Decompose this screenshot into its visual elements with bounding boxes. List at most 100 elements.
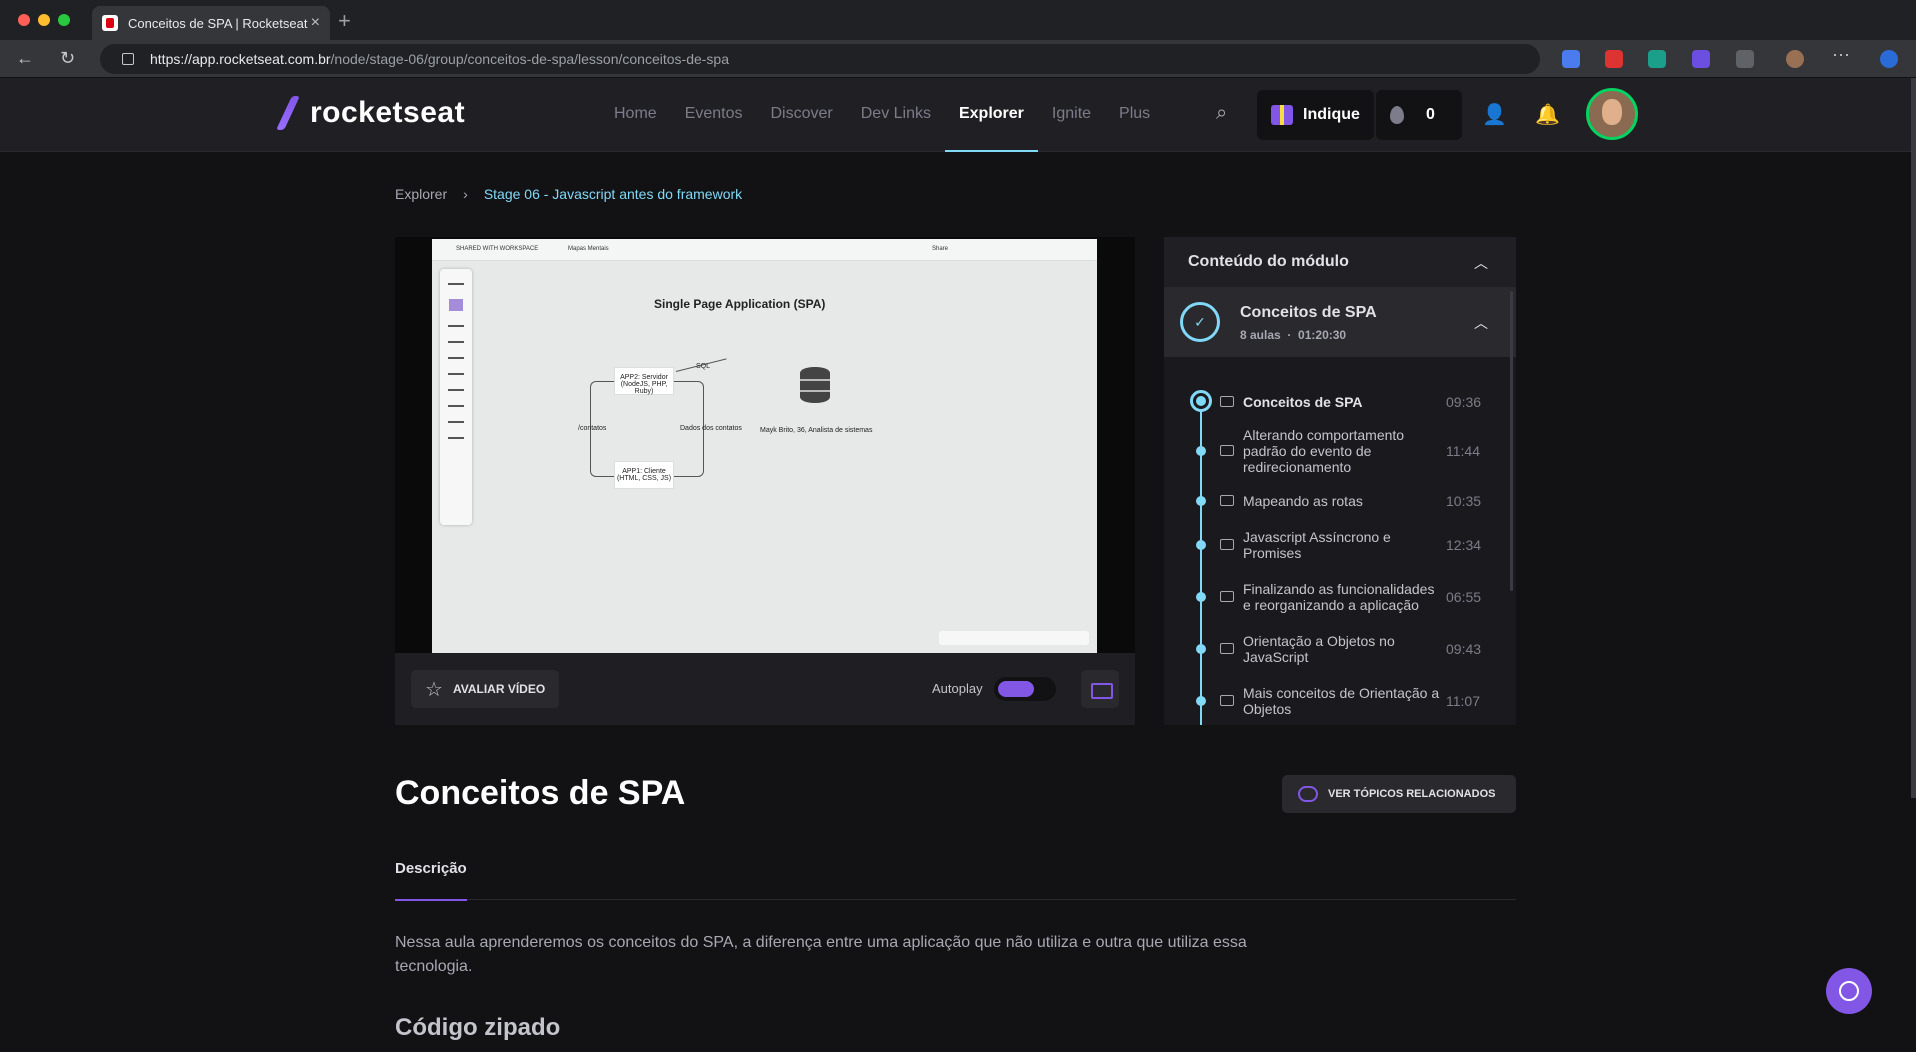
nav-discover[interactable]: Discover	[757, 78, 847, 152]
video-player[interactable]: SHARED WITH WORKSPACE Mapas Mentais Shar…	[395, 237, 1135, 653]
bell-icon[interactable]: 🔔	[1535, 102, 1560, 127]
rocketseat-logo[interactable]: rocketseat	[272, 96, 465, 130]
browser-toolbar: ← ↻ https://app.rocketseat.com.br /node/…	[0, 40, 1916, 78]
check-icon: ✓	[1180, 302, 1220, 342]
page-scrollbar[interactable]	[1911, 78, 1916, 798]
lesson-title: Mais conceitos de Orientação a Objetos	[1243, 685, 1440, 717]
indique-label: Indique	[1303, 106, 1360, 123]
minimize-window-button[interactable]	[38, 14, 50, 26]
lesson-heading: Conceitos de SPA	[395, 774, 686, 812]
nav-eventos[interactable]: Eventos	[671, 78, 757, 152]
section-heading: Código zipado	[395, 1014, 561, 1041]
add-friend-icon[interactable]: 👤	[1482, 102, 1507, 127]
theater-mode-button[interactable]	[1081, 670, 1119, 708]
close-tab-icon[interactable]: ×	[311, 14, 320, 32]
chevron-right-icon: ›	[463, 186, 468, 202]
share-label: Share	[932, 246, 949, 252]
extension-icon[interactable]	[1605, 50, 1623, 68]
extension-icon[interactable]	[1648, 50, 1666, 68]
address-bar[interactable]: https://app.rocketseat.com.br /node/stag…	[100, 44, 1540, 74]
indique-button[interactable]: Indique	[1257, 90, 1374, 140]
lesson-title: Javascript Assíncrono e Promises	[1243, 529, 1391, 561]
chevron-up-icon[interactable]: ︿	[1474, 253, 1488, 273]
nav-home[interactable]: Home	[600, 78, 671, 152]
browser-tab-bar: Conceitos de SPA | Rocketseat × +	[0, 0, 1916, 40]
whiteboard-topbar: SHARED WITH WORKSPACE Mapas Mentais Shar…	[432, 239, 1097, 261]
close-window-button[interactable]	[18, 14, 30, 26]
points-badge[interactable]: 0	[1376, 90, 1462, 140]
video-frame-whiteboard: SHARED WITH WORKSPACE Mapas Mentais Shar…	[432, 239, 1097, 653]
more-icon[interactable]: ···	[1832, 44, 1850, 65]
related-topics-button[interactable]: VER TÓPICOS RELACIONADOS	[1282, 775, 1516, 813]
maximize-window-button[interactable]	[58, 14, 70, 26]
database-icon	[800, 367, 830, 403]
extension-icon[interactable]	[1692, 50, 1710, 68]
reload-icon[interactable]: ↻	[60, 48, 75, 69]
profile-icon[interactable]	[1786, 50, 1804, 68]
nav-dev-links[interactable]: Dev Links	[847, 78, 945, 152]
video-icon	[1220, 695, 1234, 706]
chat-bubble-icon	[1298, 786, 1318, 802]
lesson-duration: 06:55	[1446, 589, 1482, 605]
chevron-up-icon[interactable]: ︿	[1474, 313, 1488, 333]
label-dados: Dados dos contatos	[680, 425, 742, 432]
browser-tab[interactable]: Conceitos de SPA | Rocketseat ×	[92, 6, 330, 40]
module-name: Conceitos de SPA	[1240, 304, 1377, 321]
server-box: APP2: Servidor (NodeJS, PHP, Ruby)	[614, 367, 674, 395]
main-nav: Home Eventos Discover Dev Links Explorer…	[600, 78, 1164, 152]
url-host: https://app.rocketseat.com.br	[150, 51, 331, 67]
puzzle-icon[interactable]	[1736, 50, 1754, 68]
module-content-panel: Conteúdo do módulo ︿ ✓ Conceitos de SPA …	[1164, 237, 1516, 725]
tab-descricao[interactable]: Descrição	[395, 860, 467, 901]
video-icon	[1220, 539, 1234, 550]
extension-icon[interactable]	[1562, 50, 1580, 68]
lesson-tabs: Descrição	[395, 860, 1516, 901]
whiteboard-title: Single Page Application (SPA)	[654, 297, 826, 311]
url-path: /node/stage-06/group/conceitos-de-spa/le…	[330, 51, 729, 67]
nav-explorer[interactable]: Explorer	[944, 78, 1038, 152]
lesson-duration: 09:43	[1446, 641, 1482, 657]
lesson-timeline	[1200, 395, 1202, 725]
autoplay-label: Autoplay	[932, 681, 983, 696]
panel-scrollbar[interactable]	[1510, 291, 1513, 591]
current-lesson-dot	[1190, 390, 1212, 412]
module-item[interactable]: ✓ Conceitos de SPA 8 aulas · 01:20:30 ︿	[1164, 287, 1516, 357]
module-content-title: Conteúdo do módulo	[1188, 253, 1349, 270]
bing-icon[interactable]	[1880, 50, 1898, 68]
breadcrumb-explorer[interactable]: Explorer	[395, 186, 447, 202]
search-icon[interactable]: ⌕	[1216, 102, 1227, 125]
video-actions-bar: ☆ AVALIAR VÍDEO Autoplay	[395, 653, 1135, 725]
video-icon	[1220, 643, 1234, 654]
module-content-header[interactable]: Conteúdo do módulo ︿	[1164, 237, 1516, 287]
nav-plus[interactable]: Plus	[1105, 78, 1164, 152]
lesson-duration: 12:34	[1446, 537, 1482, 553]
board-name: Mapas Mentais	[568, 246, 609, 252]
rate-video-button[interactable]: ☆ AVALIAR VÍDEO	[411, 670, 560, 708]
compass-fab-button[interactable]	[1826, 968, 1872, 1014]
related-topics-label: VER TÓPICOS RELACIONADOS	[1328, 788, 1496, 800]
breadcrumb-stage[interactable]: Stage 06 - Javascript antes do framework	[484, 186, 742, 202]
nav-ignite[interactable]: Ignite	[1038, 78, 1105, 152]
logo-text: rocketseat	[310, 96, 466, 129]
video-icon	[1220, 495, 1234, 506]
lesson-title: Conceitos de SPA	[1243, 394, 1363, 410]
lesson-description: Nessa aula aprenderemos os conceitos do …	[395, 934, 1247, 975]
lesson-title: Orientação a Objetos no JavaScript	[1243, 633, 1395, 665]
tab-title: Conceitos de SPA | Rocketseat	[128, 15, 308, 31]
gift-icon	[1271, 105, 1293, 125]
user-avatar[interactable]	[1586, 88, 1638, 140]
lesson-duration: 09:36	[1446, 394, 1482, 410]
autoplay-toggle[interactable]	[994, 677, 1056, 701]
label-sql: SQL	[696, 363, 711, 370]
lesson-title: Mapeando as rotas	[1243, 493, 1363, 509]
video-icon	[1220, 445, 1234, 456]
breadcrumb: Explorer › Stage 06 - Javascript antes d…	[395, 186, 742, 202]
new-tab-icon[interactable]: +	[338, 8, 351, 34]
lesson-duration: 10:35	[1446, 493, 1482, 509]
whiteboard-toolbar	[440, 269, 472, 525]
flame-icon	[1390, 106, 1404, 124]
video-icon	[1220, 396, 1234, 407]
lock-icon	[122, 53, 134, 65]
client-box: APP1: Cliente (HTML, CSS, JS)	[614, 461, 674, 489]
back-icon[interactable]: ←	[16, 48, 34, 69]
